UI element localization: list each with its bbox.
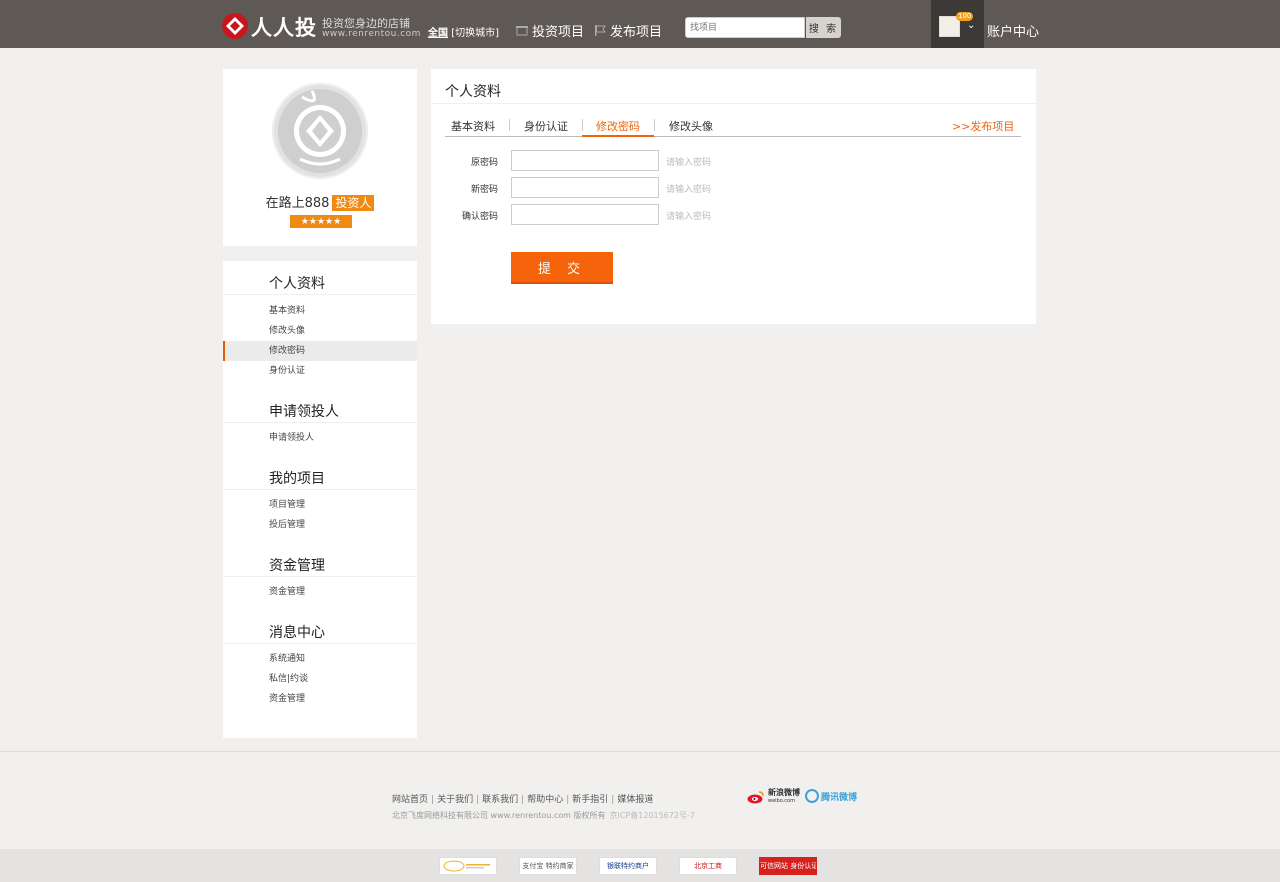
logo-name: 人人投 (251, 16, 317, 40)
footer-link-home[interactable]: 网站首页 (392, 795, 428, 805)
search-button[interactable]: 搜 索 (806, 17, 841, 38)
city-all-link[interactable]: 全国 (428, 28, 448, 39)
sidebar-item-change-avatar[interactable]: 修改头像 (223, 321, 417, 341)
site-logo[interactable]: 人人投 投资您身边的店铺 www.renrentou.com (222, 11, 420, 41)
tencent-weibo-label: 腾讯微博 (821, 792, 858, 803)
search-box: 搜 索 (685, 17, 841, 38)
footer-link-guide[interactable]: 新手指引 (572, 795, 608, 805)
sidebar-item-post-invest-manage[interactable]: 投后管理 (223, 515, 417, 535)
sidebar-section-title: 消息中心 (269, 625, 325, 641)
rating-stars: ★★★★★ (290, 215, 352, 228)
divider (223, 294, 417, 295)
old-password-field[interactable] (511, 150, 659, 171)
divider (223, 643, 417, 644)
nav-publish-label: 发布项目 (610, 25, 663, 40)
nav-invest-label: 投资项目 (532, 25, 585, 40)
top-bar: 人人投 投资您身边的店铺 www.renrentou.com 全国 [切换城市]… (0, 0, 1280, 48)
sidebar-item-fund-manage-msg[interactable]: 资金管理 (223, 689, 417, 709)
tab-basic-info[interactable]: 基本资料 (451, 118, 495, 134)
sina-weibo-label: 新浪微博 (768, 788, 800, 797)
tab-bar: 基本资料 身份认证 修改密码 修改头像 >>发布项目 (445, 115, 1021, 137)
tab-baseline (445, 136, 1021, 137)
tab-separator (509, 119, 510, 131)
search-input[interactable] (685, 17, 805, 38)
divider (223, 422, 417, 423)
company-info: 北京飞度网络科技有限公司 www.renrentou.com 版权所有 (392, 811, 606, 820)
footer-divider (0, 751, 1280, 752)
divider (223, 576, 417, 577)
new-password-hint: 请输入密码 (666, 185, 712, 195)
sidebar-section-title: 我的项目 (269, 471, 325, 487)
sidebar-item-fund-manage[interactable]: 资金管理 (223, 582, 417, 602)
sidebar-item-system-notice[interactable]: 系统通知 (223, 649, 417, 669)
tab-change-avatar[interactable]: 修改头像 (669, 118, 713, 134)
icp-number: 京ICP备12015672号-7 (609, 811, 695, 820)
main-content: 个人资料 基本资料 身份认证 修改密码 修改头像 >>发布项目 原密码 请输入密… (431, 69, 1036, 324)
flag-icon (595, 25, 606, 36)
cert-badge-alipay[interactable]: 支付宝 特约商家 (519, 857, 577, 875)
sidebar-item-basic-info[interactable]: 基本资料 (223, 301, 417, 321)
tencent-weibo-link[interactable]: 腾讯微博 (805, 789, 857, 803)
cert-badge-1[interactable] (439, 857, 497, 875)
account-center-link[interactable]: 账户中心 (987, 21, 1039, 40)
profile-avatar (272, 83, 368, 179)
nav-publish-project[interactable]: 发布项目 (594, 21, 662, 40)
old-password-hint: 请输入密码 (666, 158, 712, 168)
profile-card: 在路上888 投资人 ★★★★★ (223, 69, 417, 246)
footer-link-contact[interactable]: 联系我们 (482, 795, 518, 805)
divider (431, 103, 1036, 104)
sidebar-section-title: 申请领投人 (269, 404, 339, 420)
sidebar-item-apply-lead-investor[interactable]: 申请领投人 (223, 428, 417, 448)
footer-link-media[interactable]: 媒体报道 (617, 795, 653, 805)
new-password-field[interactable] (511, 177, 659, 198)
tab-separator (582, 119, 583, 131)
confirm-password-field[interactable] (511, 204, 659, 225)
building-icon (516, 26, 528, 36)
cert-seal-icon (443, 860, 490, 872)
tencent-weibo-icon (805, 789, 819, 803)
tab-identity-verify[interactable]: 身份认证 (524, 118, 568, 134)
sina-weibo-icon (747, 791, 764, 804)
divider (223, 489, 417, 490)
logo-url: www.renrentou.com (322, 29, 421, 39)
cert-badge-trusted-site[interactable]: 可信网站 身份认证 (759, 857, 817, 875)
copyright: 北京飞度网络科技有限公司 www.renrentou.com 版权所有 京ICP备… (392, 810, 695, 821)
sidebar-section-title: 资金管理 (269, 558, 325, 574)
sidebar-item-private-message[interactable]: 私信|约谈 (223, 669, 417, 689)
publish-project-link[interactable]: >>发布项目 (952, 118, 1014, 134)
sina-weibo-link[interactable]: 新浪微博 weibo.com (747, 789, 800, 805)
sidebar-item-identity-verify[interactable]: 身份认证 (223, 361, 417, 381)
role-badge: 投资人 (332, 195, 375, 211)
footer-links: 网站首页 | 关于我们 | 联系我们 | 帮助中心 | 新手指引 | 媒体报道 (392, 795, 654, 805)
user-menu[interactable]: 100 ⌄ (931, 0, 984, 48)
tab-separator (654, 119, 655, 131)
footer-link-help[interactable]: 帮助中心 (527, 795, 563, 805)
nav-invest-projects[interactable]: 投资项目 (516, 21, 584, 40)
chevron-down-icon: ⌄ (967, 20, 976, 31)
tab-change-password[interactable]: 修改密码 (596, 118, 640, 134)
active-tab-indicator (582, 135, 654, 137)
old-password-label: 原密码 (470, 158, 498, 168)
sidebar-item-project-manage[interactable]: 项目管理 (223, 495, 417, 515)
cert-badge-bj-business[interactable]: 北京工商 (679, 857, 737, 875)
page-title: 个人资料 (445, 84, 501, 100)
city-switch-link[interactable]: [切换城市] (451, 28, 499, 39)
new-password-label: 新密码 (470, 185, 498, 195)
username: 在路上888 (265, 196, 330, 211)
sidebar-item-change-password[interactable]: 修改密码 (223, 341, 417, 361)
cert-badge-unionpay[interactable]: 银联特约商户 (599, 857, 657, 875)
city-selector: 全国 [切换城市] (428, 24, 499, 39)
confirm-password-label: 确认密码 (461, 212, 498, 222)
username-line: 在路上888 投资人 (223, 192, 417, 211)
sina-weibo-sub: weibo.com (768, 798, 795, 804)
sidebar-section-title: 个人资料 (269, 276, 325, 292)
sidebar-menu: 个人资料 基本资料 修改头像 修改密码 身份认证 申请领投人 申请领投人 我的项… (223, 261, 417, 738)
logo-mark-icon (222, 13, 248, 39)
footer-link-about[interactable]: 关于我们 (437, 795, 473, 805)
submit-button[interactable]: 提 交 (511, 252, 613, 284)
default-avatar-icon (278, 89, 362, 173)
confirm-password-hint: 请输入密码 (666, 212, 712, 222)
